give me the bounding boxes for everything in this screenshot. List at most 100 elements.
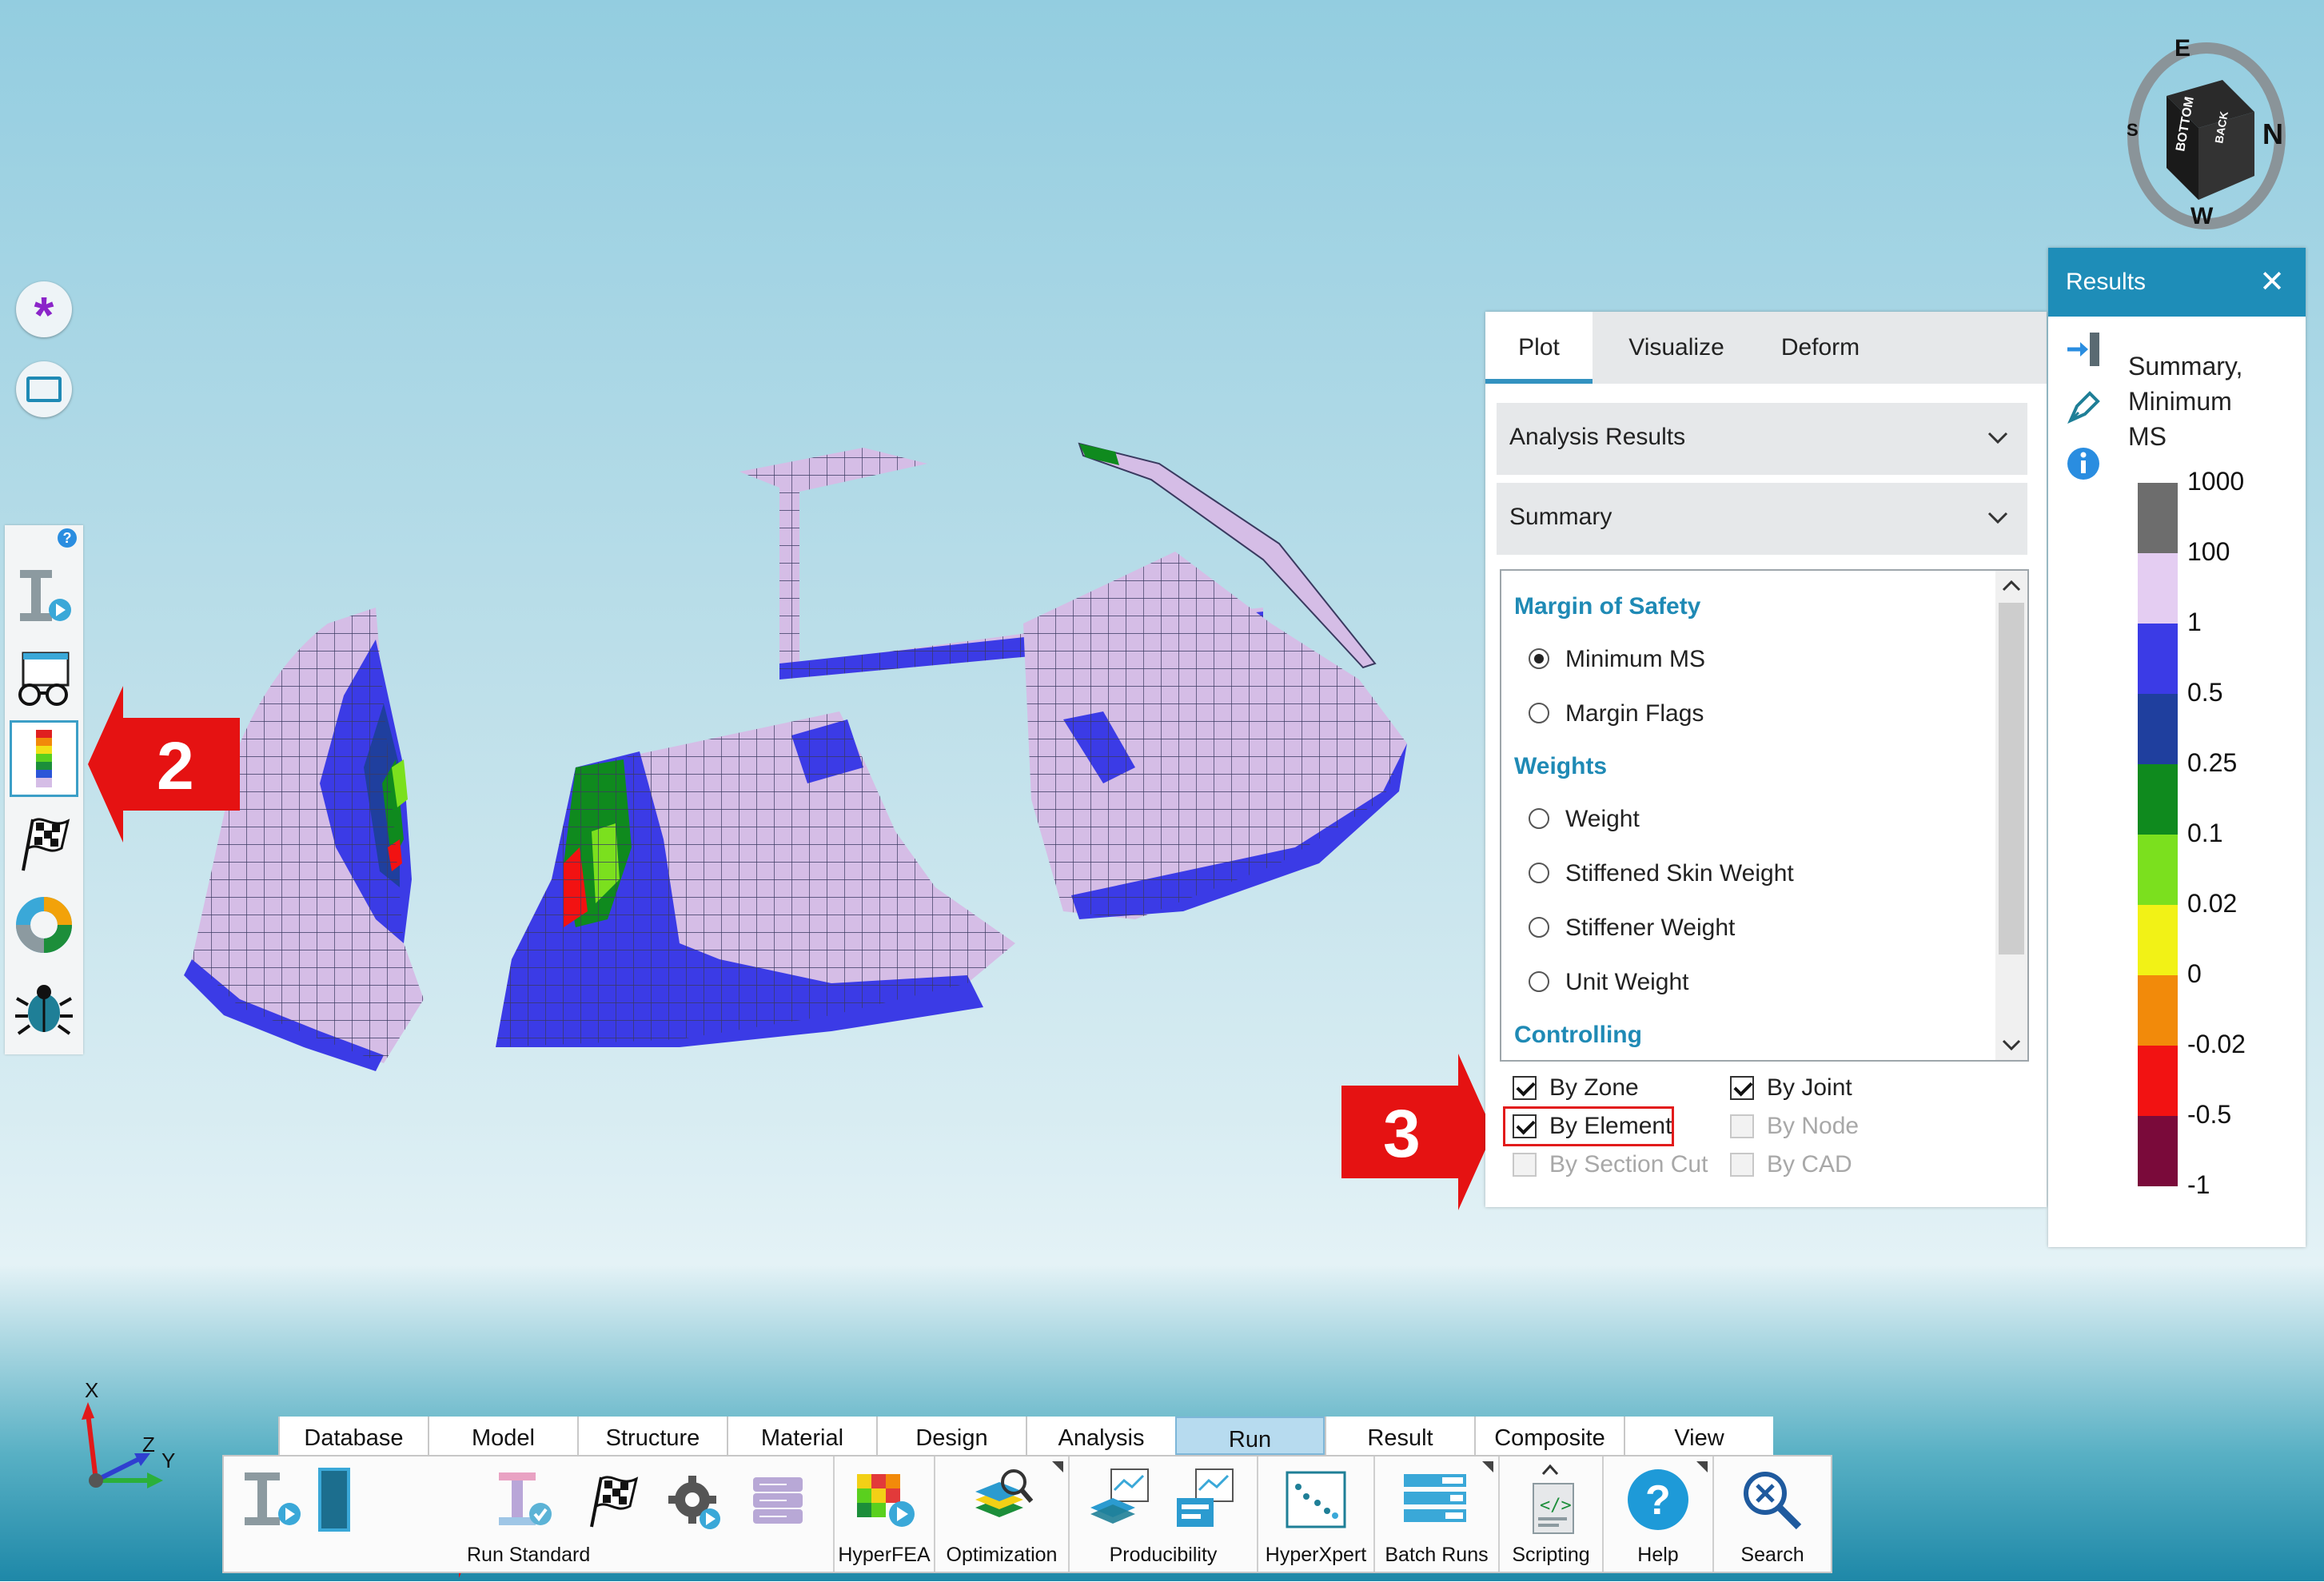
help-icon[interactable]: ? xyxy=(58,528,77,548)
ribbon-tab-run[interactable]: Run xyxy=(1175,1417,1325,1455)
ribbon-scripting[interactable]: </> Scripting xyxy=(1500,1456,1604,1572)
plot-tabs: Plot Visualize Deform xyxy=(1485,312,2047,384)
producibility-layers-icon xyxy=(1090,1468,1149,1524)
run-standard-label: Run Standard xyxy=(467,1544,591,1566)
checkbox[interactable] xyxy=(1730,1153,1754,1177)
run-analysis-button[interactable] xyxy=(10,557,78,634)
donut-chart-icon xyxy=(16,897,72,953)
legend-value: 0.25 xyxy=(2187,748,2238,777)
pen-icon[interactable] xyxy=(2064,385,2104,425)
ribbon-tab-database[interactable]: Database xyxy=(278,1417,428,1455)
debug-bug-button[interactable] xyxy=(10,970,78,1046)
radio[interactable] xyxy=(1529,971,1549,992)
ribbon-hyperfea[interactable]: HyperFEA xyxy=(835,1456,935,1572)
help-question-icon: ? xyxy=(1628,1469,1688,1530)
info-icon[interactable] xyxy=(2066,446,2101,481)
batch-runs-label: Batch Runs xyxy=(1385,1544,1489,1566)
legend-value: 1 xyxy=(2187,608,2202,636)
checkbox[interactable] xyxy=(1513,1114,1537,1138)
chevron-up-icon[interactable] xyxy=(2000,576,2023,595)
callout-3: 3 xyxy=(1341,1054,1493,1214)
list-scrollbar[interactable] xyxy=(1995,571,2027,1060)
view-toggle-icon[interactable] xyxy=(318,1468,350,1532)
legend-value: -0.02 xyxy=(2187,1030,2246,1058)
summary-dropdown[interactable]: Summary xyxy=(1497,483,2027,555)
scripting-icon: </> xyxy=(1533,1483,1574,1534)
donut-chart-button[interactable] xyxy=(10,887,78,963)
ribbon-tab-view[interactable]: View xyxy=(1624,1417,1773,1455)
hyperfea-icon xyxy=(857,1474,915,1527)
radio[interactable] xyxy=(1529,863,1549,883)
results-label-line1: Summary, xyxy=(2128,352,2243,381)
chevron-down-icon[interactable] xyxy=(2000,1036,2023,1055)
legend-color-band xyxy=(2138,553,2178,624)
search-label: Search xyxy=(1740,1544,1804,1566)
ribbon-tab-model[interactable]: Model xyxy=(428,1417,577,1455)
results-legend-button[interactable] xyxy=(10,720,78,797)
ribbon-search[interactable]: Search xyxy=(1714,1456,1831,1572)
axis-triad: X Z Y xyxy=(82,1378,175,1488)
checkbox[interactable] xyxy=(1730,1076,1754,1100)
ribbon-optimization[interactable]: Optimization xyxy=(935,1456,1070,1572)
pin-panel-icon[interactable] xyxy=(2064,329,2104,369)
checkered-flag-icon[interactable] xyxy=(582,1471,646,1532)
results-title: Results xyxy=(2066,269,2147,295)
server-icon[interactable] xyxy=(747,1472,811,1528)
analysis-results-label: Analysis Results xyxy=(1509,424,1686,450)
ribbon-tab-result[interactable]: Result xyxy=(1325,1417,1474,1455)
chevron-down-icon xyxy=(1987,432,2008,444)
optimization-icon xyxy=(975,1469,1034,1517)
svg-text:Y: Y xyxy=(161,1449,175,1472)
ribbon-tab-structure[interactable]: Structure xyxy=(577,1417,727,1455)
svg-text:X: X xyxy=(85,1378,98,1402)
legend-color-band xyxy=(2138,764,2178,835)
ribbon-tab-analysis[interactable]: Analysis xyxy=(1026,1417,1175,1455)
gear-run-icon[interactable] xyxy=(664,1471,727,1535)
ribbon-tab-material[interactable]: Material xyxy=(727,1417,876,1455)
run-standard-icon[interactable] xyxy=(488,1468,560,1533)
beam-run-icon[interactable] xyxy=(238,1468,310,1532)
beam-run-icon xyxy=(20,570,71,621)
close-icon[interactable]: ✕ xyxy=(2259,264,2285,300)
tab-plot[interactable]: Plot xyxy=(1485,312,1593,384)
checkbox[interactable] xyxy=(1513,1076,1537,1100)
ribbon-hyperxpert[interactable]: HyperXpert xyxy=(1258,1456,1375,1572)
ribbon-group-run: Run Standard xyxy=(224,1456,835,1572)
glasses-icon xyxy=(18,652,70,706)
radio[interactable] xyxy=(1529,917,1549,938)
result-type-list[interactable]: Margin of Safety Minimum MS Margin Flags… xyxy=(1500,569,2029,1062)
checkbox[interactable] xyxy=(1513,1153,1537,1177)
radio[interactable] xyxy=(1529,703,1549,723)
navigation-cube[interactable]: BOTTOM BACK E N W S xyxy=(2111,24,2302,232)
asterisk-button[interactable]: * xyxy=(16,281,72,341)
ribbon-batch-runs[interactable]: Batch Runs xyxy=(1375,1456,1500,1572)
batch-runs-icon xyxy=(1404,1474,1466,1522)
color-bar-icon xyxy=(36,730,52,787)
group-weights: Weights xyxy=(1514,753,1608,779)
ribbon-producibility[interactable]: Producibility xyxy=(1070,1456,1258,1572)
group-margin-of-safety: Margin of Safety xyxy=(1514,593,1701,620)
left-toolbar: ? xyxy=(5,525,83,1054)
frame-view-button[interactable] xyxy=(16,361,72,417)
chevron-up-icon[interactable] xyxy=(1538,1461,1562,1477)
checkered-flag-button[interactable] xyxy=(10,805,78,882)
radio-selected[interactable] xyxy=(1529,648,1549,669)
chevron-down-icon xyxy=(1987,512,2008,524)
tab-visualize[interactable]: Visualize xyxy=(1608,312,1744,384)
legend-value: 0.1 xyxy=(2187,819,2223,847)
radio[interactable] xyxy=(1529,808,1549,829)
menu-corner-icon xyxy=(1052,1461,1063,1472)
legend-color-band xyxy=(2138,483,2178,553)
scrollbar-thumb[interactable] xyxy=(1999,603,2024,954)
checkbox[interactable] xyxy=(1730,1114,1754,1138)
ribbon-tab-composite[interactable]: Composite xyxy=(1474,1417,1624,1455)
ribbon-tab-design[interactable]: Design xyxy=(876,1417,1026,1455)
legend-color-band xyxy=(2138,1116,2178,1186)
tab-deform[interactable]: Deform xyxy=(1752,312,1888,384)
ribbon-help[interactable]: ? Help xyxy=(1604,1456,1714,1572)
view-glasses-button[interactable] xyxy=(10,642,78,719)
legend-value: -0.5 xyxy=(2187,1100,2232,1129)
analysis-results-dropdown[interactable]: Analysis Results xyxy=(1497,403,2027,475)
results-header: Results ✕ xyxy=(2048,248,2306,317)
bug-icon xyxy=(15,985,73,1035)
